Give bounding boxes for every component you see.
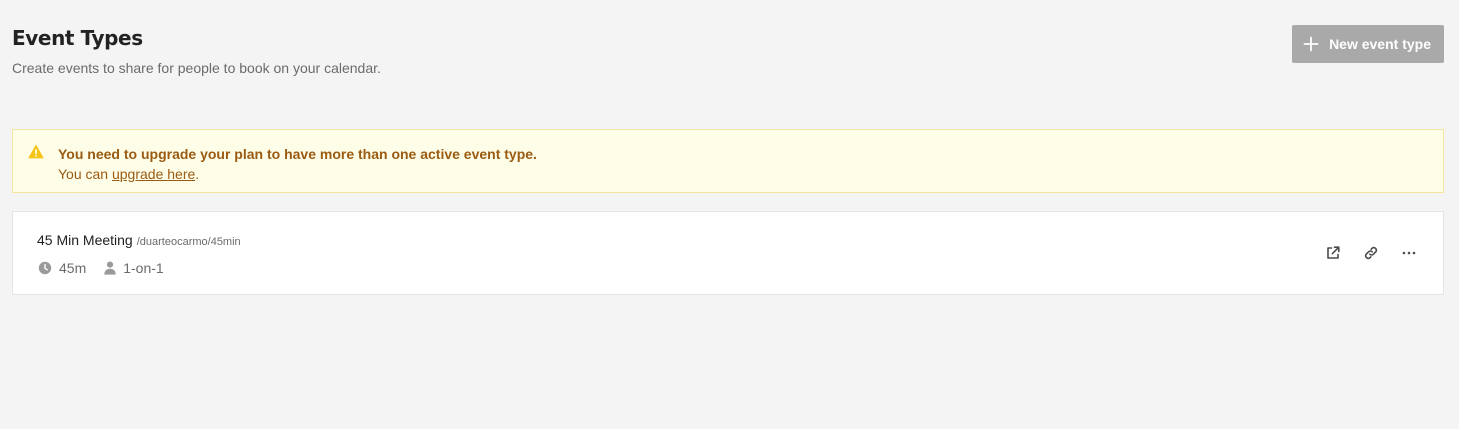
page-header: Event Types Create events to share for p… (12, 0, 1444, 96)
clock-icon (38, 261, 52, 275)
new-event-type-button[interactable]: New event type (1292, 25, 1444, 63)
event-meta: 45m 1-on-1 (38, 260, 182, 276)
new-event-type-label: New event type (1329, 36, 1431, 52)
warning-icon (28, 144, 44, 160)
page-title: Event Types (12, 26, 143, 50)
page: Event Types Create events to share for p… (12, 0, 1444, 295)
external-link-icon[interactable] (1325, 242, 1341, 264)
event-title: 45 Min Meeting (37, 232, 133, 248)
upgrade-link[interactable]: upgrade here (112, 166, 195, 182)
event-title-row: 45 Min Meeting /duarteocarmo/45min (37, 232, 241, 248)
alert-suffix: . (195, 166, 200, 182)
event-actions (1325, 242, 1417, 264)
more-horizontal-icon[interactable] (1401, 242, 1417, 264)
event-type-item[interactable]: 45 Min Meeting /duarteocarmo/45min 45m 1… (12, 211, 1444, 295)
event-kind: 1-on-1 (104, 260, 164, 276)
page-subtitle: Create events to share for people to boo… (12, 60, 381, 76)
event-kind-label: 1-on-1 (123, 260, 164, 276)
event-duration: 45m (38, 260, 86, 276)
link-icon[interactable] (1363, 242, 1379, 264)
event-slug: /duarteocarmo/45min (136, 236, 241, 248)
alert-prefix: You can (58, 166, 112, 182)
upgrade-alert: You need to upgrade your plan to have mo… (12, 129, 1444, 193)
user-icon (104, 261, 116, 275)
alert-message: You need to upgrade your plan to have mo… (58, 146, 537, 162)
alert-upgrade-line: You can upgrade here. (58, 166, 199, 182)
event-duration-label: 45m (59, 260, 87, 276)
plus-icon (1303, 36, 1319, 52)
